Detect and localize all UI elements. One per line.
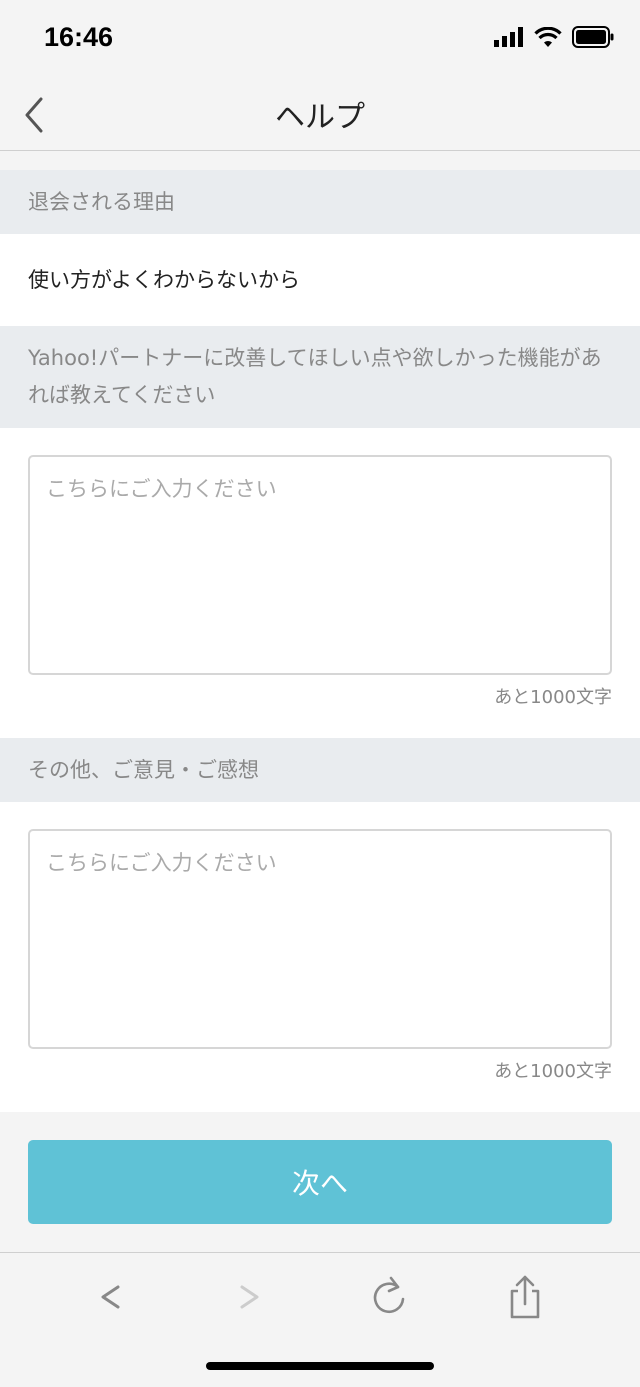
next-area: 次へ (0, 1112, 640, 1252)
battery-icon (572, 26, 614, 48)
home-indicator (206, 1362, 434, 1370)
section-header-reason: 退会される理由 (0, 170, 640, 234)
improvement-block: あと1000文字 (0, 428, 640, 738)
reason-block: 使い方がよくわからないから (0, 234, 640, 326)
page-title: ヘルプ (275, 100, 365, 135)
status-icons (494, 26, 614, 48)
forward-icon (240, 1285, 259, 1309)
browser-toolbar (0, 1252, 640, 1387)
navigation-bar: ヘルプ (0, 80, 640, 151)
other-textarea[interactable] (28, 829, 612, 1049)
browser-forward-button[interactable] (222, 1269, 278, 1325)
section-header-other: その他、ご意見・ご感想 (0, 738, 640, 802)
status-bar: 16:46 (0, 0, 640, 80)
next-button[interactable]: 次へ (28, 1140, 612, 1224)
wifi-icon (534, 26, 562, 47)
reason-value: 使い方がよくわからないから (28, 268, 300, 292)
status-time: 16:46 (44, 22, 114, 52)
improvement-textarea[interactable] (28, 455, 612, 675)
back-icon (101, 1285, 120, 1309)
reload-icon (373, 1276, 405, 1314)
content: 退会される理由 使い方がよくわからないから Yahoo!パートナーに改善してほし… (0, 170, 640, 1252)
other-block: あと1000文字 (0, 802, 640, 1112)
improvement-char-counter: あと1000文字 (494, 687, 612, 708)
other-char-counter: あと1000文字 (494, 1061, 612, 1082)
section-header-improvement: Yahoo!パートナーに改善してほしい点や欲しかった機能があれば教えてください (0, 326, 640, 428)
browser-reload-button[interactable] (361, 1269, 417, 1325)
browser-back-button[interactable] (82, 1269, 138, 1325)
signal-icon (494, 27, 523, 47)
browser-share-button[interactable] (497, 1269, 553, 1325)
share-icon (510, 1275, 540, 1319)
